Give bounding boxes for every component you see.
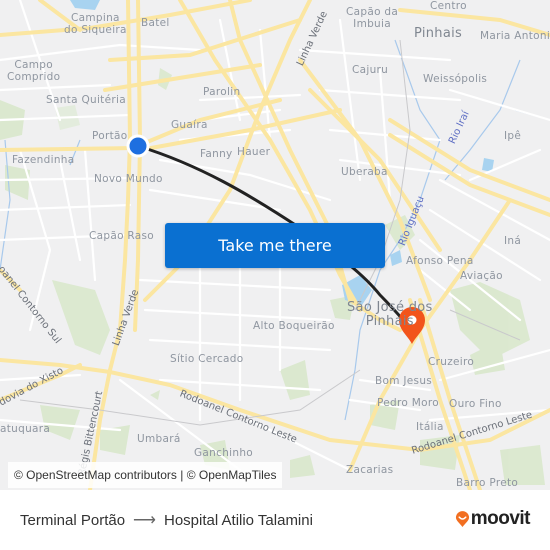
label-cruzeiro: Cruzeiro xyxy=(428,356,475,368)
label-caxuquara: atuquara xyxy=(0,423,51,435)
label-cajuru: Cajuru xyxy=(352,64,389,76)
label-umbara: Umbará xyxy=(137,433,181,445)
label-novo-mundo: Novo Mundo xyxy=(94,173,163,185)
label-ganchinho: Ganchinho xyxy=(194,447,254,459)
take-me-there-button[interactable]: Take me there xyxy=(165,223,385,268)
route-origin: Terminal Portão xyxy=(20,511,126,529)
label-zacarias: Zacarias xyxy=(346,464,394,476)
label-bom-jesus: Bom Jesus xyxy=(375,375,433,387)
route-destination: Hospital Atilio Talamini xyxy=(163,511,313,529)
map[interactable]: Campina do Siqueira Batel Campo Comprido S… xyxy=(0,0,550,490)
label-portao: Portão xyxy=(92,130,128,142)
label-pinhais: Pinhais xyxy=(414,26,463,41)
origin-marker xyxy=(126,134,150,158)
label-sao-jose-dos-pinhais: São José dos Pinhais xyxy=(347,300,433,330)
arrow-right-icon: ⟶ xyxy=(133,512,156,529)
brand-name: moovit xyxy=(470,508,531,529)
label-ina: Iná xyxy=(504,235,522,247)
label-fanny: Fanny xyxy=(200,148,233,160)
label-pedro-moro: Pedro Moro xyxy=(377,397,439,409)
label-santa-quiteria: Santa Quitéria xyxy=(46,94,126,106)
label-ipe: Ipê xyxy=(504,130,522,142)
label-guaira: Guaíra xyxy=(171,119,208,131)
label-batel: Batel xyxy=(141,17,170,29)
map-attribution[interactable]: © OpenStreetMap contributors | © OpenMap… xyxy=(8,462,283,488)
label-sitio-cercado: Sítio Cercado xyxy=(170,353,244,365)
label-capao-raso: Capão Raso xyxy=(89,230,155,242)
label-capao-da-imbuia: Capão da Imbuia xyxy=(346,6,399,30)
label-barro-preto: Barro Preto xyxy=(456,477,519,489)
label-weissopolis: Weissópolis xyxy=(423,73,488,85)
label-aviacao: Aviação xyxy=(460,270,503,282)
footer: Terminal Portão ⟶ Hospital Atilio Talami… xyxy=(0,490,550,550)
label-centro: Centro xyxy=(430,0,467,12)
label-italia: Itália xyxy=(416,421,444,433)
label-ouro-fino: Ouro Fino xyxy=(449,398,502,410)
moovit-logo[interactable]: moovit xyxy=(455,508,531,530)
label-fazendinha: Fazendinha xyxy=(12,154,75,166)
label-hauer: Hauer xyxy=(237,146,271,158)
label-campina-do-siqueira: Campina do Siqueira xyxy=(64,12,127,36)
label-afonso-pena: Afonso Pena xyxy=(406,255,474,267)
label-parolin: Parolin xyxy=(203,86,241,98)
moovit-pin-icon xyxy=(455,510,469,527)
label-maria-antonieta: Maria Antoni xyxy=(480,30,550,42)
label-alto-boqueirao: Alto Boqueirão xyxy=(253,320,335,332)
label-campo-comprido: Campo Comprido xyxy=(7,59,61,83)
label-uberaba: Uberaba xyxy=(341,166,388,178)
